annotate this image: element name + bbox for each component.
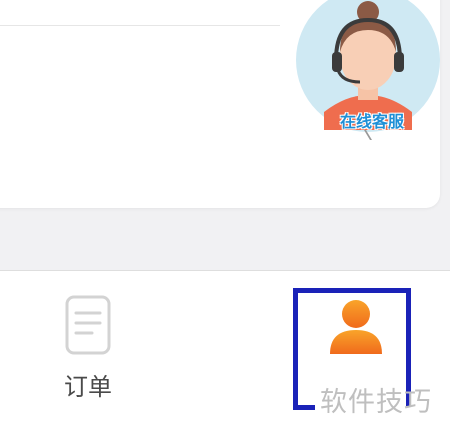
highlight-frame-bottom bbox=[293, 405, 315, 410]
highlight-frame-left bbox=[293, 288, 298, 410]
tab-orders[interactable]: 订单 bbox=[52, 295, 124, 405]
document-icon bbox=[65, 295, 111, 355]
online-service-button[interactable]: 在线客服 bbox=[294, 0, 444, 148]
online-service-label: 在线客服 bbox=[339, 112, 404, 131]
tab-orders-label: 订单 bbox=[64, 373, 112, 401]
watermark-text: 软件技巧 bbox=[320, 387, 432, 418]
card-divider bbox=[0, 25, 280, 26]
